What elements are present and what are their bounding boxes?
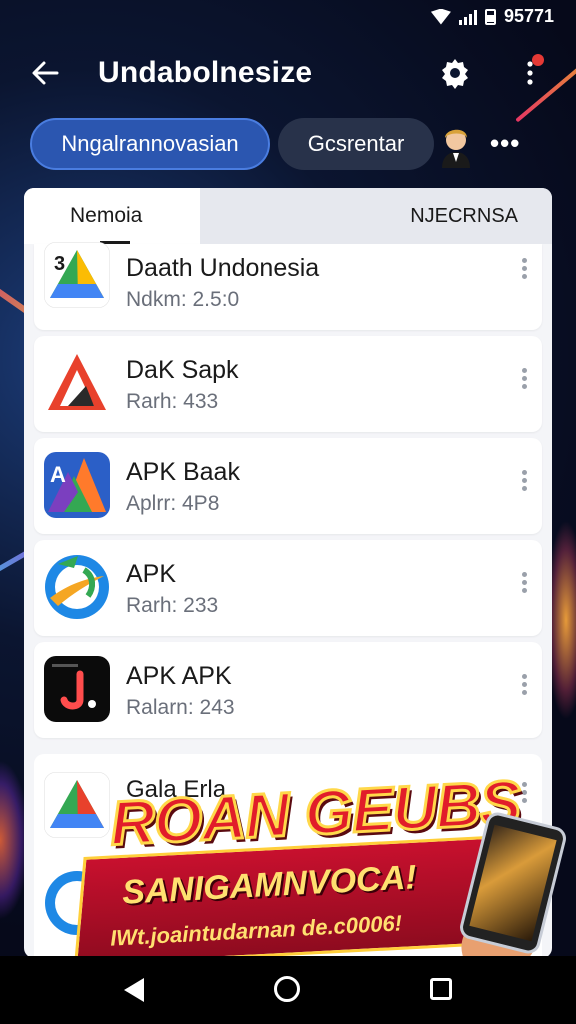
- item-menu-icon[interactable]: [520, 572, 528, 598]
- app-name: APK: [126, 560, 177, 588]
- app-bar: Undabolnesize: [0, 44, 576, 102]
- promo-banner[interactable]: ROAN GEUBS SANIGAMNVOCA! IWt.joaintudarn…: [73, 767, 576, 975]
- tab-bar: Nemoia NJECRNSA: [24, 188, 552, 244]
- filter-chips: Nngalrannovasian Gcsrentar •••: [0, 118, 576, 172]
- item-menu-icon[interactable]: [520, 470, 528, 496]
- nav-recents-icon[interactable]: [430, 978, 452, 1000]
- wifi-icon: [430, 8, 451, 25]
- list-item[interactable]: APK Rarh: 233: [34, 540, 542, 636]
- app-name: APK Baak: [126, 458, 240, 486]
- app-meta: Rarh: 233: [126, 594, 219, 617]
- page-title: Undabolnesize: [98, 56, 313, 89]
- nav-back-icon[interactable]: [124, 978, 144, 1002]
- tab-secondary[interactable]: NJECRNSA: [200, 188, 552, 244]
- app-list: 3 Daath Undonesia Ndkm: 2.5:0 DaK Sapk R…: [34, 242, 542, 744]
- more-horiz-icon[interactable]: •••: [490, 128, 520, 159]
- signal-icon: [458, 9, 477, 25]
- list-item[interactable]: APK APK Ralarn: 243: [34, 642, 542, 738]
- notification-dot: [532, 54, 544, 66]
- gear-icon[interactable]: [438, 56, 472, 90]
- svg-text:A: A: [50, 462, 66, 487]
- battery-icon: [484, 8, 496, 25]
- nav-home-icon[interactable]: [274, 976, 300, 1002]
- item-menu-icon[interactable]: [520, 368, 528, 394]
- app-name: DaK Sapk: [126, 356, 239, 384]
- app-meta: Aplrr: 4P8: [126, 492, 220, 515]
- item-menu-icon[interactable]: [520, 674, 528, 700]
- list-item[interactable]: A APK Baak Aplrr: 4P8: [34, 438, 542, 534]
- list-item[interactable]: 3 Daath Undonesia Ndkm: 2.5:0: [34, 242, 542, 330]
- svg-text:3: 3: [54, 253, 65, 275]
- avatar[interactable]: [436, 120, 476, 168]
- item-menu-icon[interactable]: [520, 258, 528, 284]
- circle-swoosh-icon: [45, 555, 109, 619]
- app-name: Daath Undonesia: [126, 254, 320, 282]
- status-bar: 95771: [0, 0, 576, 32]
- app-meta: Ndkm: 2.5:0: [126, 288, 240, 311]
- tab-label: Nemoia: [70, 204, 143, 227]
- chip-primary[interactable]: Nngalrannovasian: [30, 118, 270, 170]
- status-clock: 95771: [503, 6, 554, 26]
- tab-selected[interactable]: Nemoia: [24, 188, 200, 244]
- red-triangle-icon: [44, 350, 110, 416]
- chip-secondary[interactable]: Gcsrentar: [278, 118, 434, 170]
- app-meta: Ralarn: 243: [126, 696, 235, 719]
- drive-triangle-icon: 3: [44, 242, 110, 308]
- app-name: APK APK: [126, 662, 232, 690]
- tab-label: NJECRNSA: [410, 204, 518, 227]
- app-meta: Rarh: 433: [126, 390, 219, 413]
- system-nav-bar: [0, 956, 576, 1024]
- list-item[interactable]: DaK Sapk Rarh: 433: [34, 336, 542, 432]
- back-arrow-icon[interactable]: [30, 58, 60, 88]
- colorful-a-icon: A: [44, 452, 110, 518]
- black-j-icon: [44, 656, 110, 722]
